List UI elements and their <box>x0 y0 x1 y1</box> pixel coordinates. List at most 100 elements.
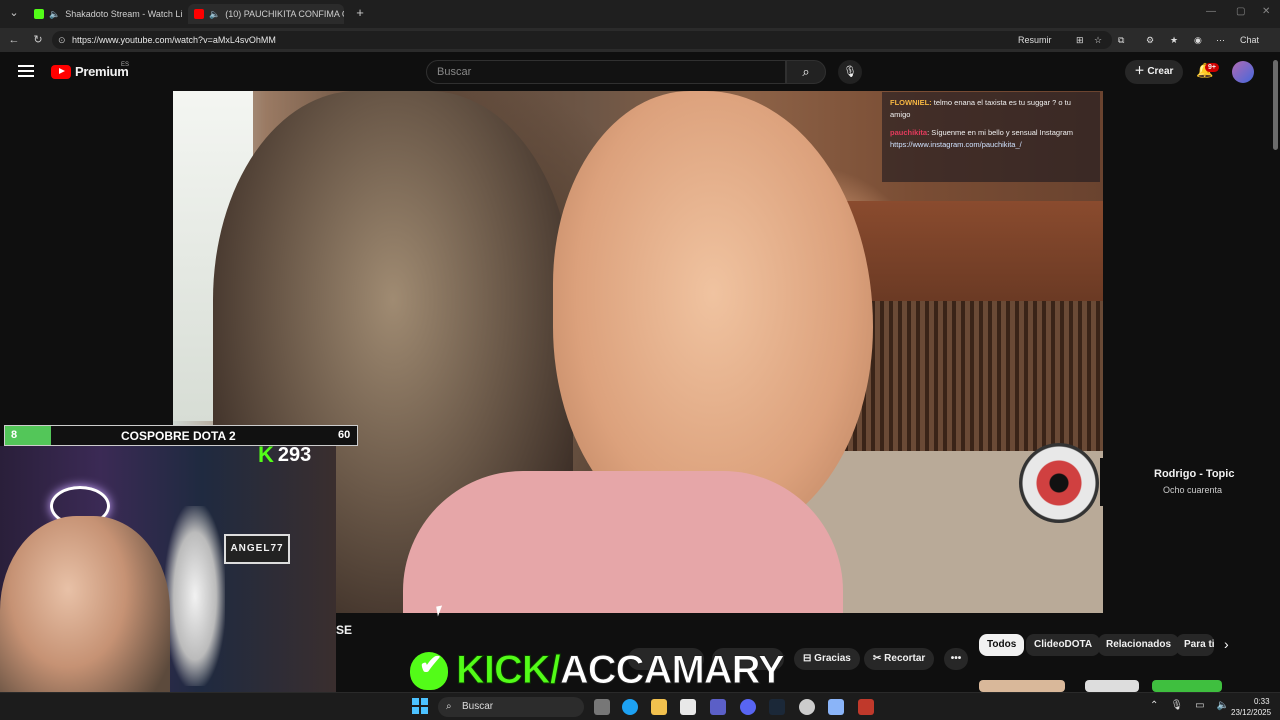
webcam-tree <box>165 506 225 686</box>
search-input[interactable]: Buscar <box>426 60 786 84</box>
chat-link: https://www.instagram.com/pauchikita_/ <box>890 140 1022 149</box>
teams-icon[interactable] <box>710 699 726 715</box>
search-button[interactable]: ⌕ <box>786 60 826 84</box>
video-title: SE <box>336 623 353 637</box>
music-subtitle: Ocho cuarenta <box>1163 485 1223 495</box>
dota2-icon[interactable] <box>858 699 874 715</box>
scissors-icon: ✂ <box>873 653 885 664</box>
goal-target: 60 <box>338 429 351 441</box>
clock-date[interactable]: 23/12/2025 <box>1231 708 1271 717</box>
youtube-play-icon <box>51 64 71 79</box>
chat-message: FLOWNIEL: telmo enana el taxista es tu s… <box>890 98 1071 119</box>
video-scene-shirt <box>403 471 843 613</box>
steam-icon[interactable] <box>769 699 785 715</box>
thanks-icon: ⊟ <box>803 653 815 664</box>
more-icon: ••• <box>950 653 962 664</box>
kick-channel-banner: KICK/ACCAMARY <box>410 648 785 693</box>
microphone-icon[interactable]: 🎙 <box>1170 700 1183 711</box>
discord-icon[interactable] <box>740 699 756 715</box>
profile-icon[interactable]: ◉ <box>1194 32 1202 48</box>
summarize-button[interactable]: Resumir <box>1018 32 1052 48</box>
chat-message: pauchikita: Síguenme en mi bello y sensu… <box>890 128 1074 137</box>
windows-taskbar <box>0 692 1280 720</box>
goal-current: 8 <box>11 429 18 441</box>
verified-check-icon <box>410 648 448 690</box>
tray-chevron-icon[interactable]: ⌃ <box>1150 700 1158 711</box>
site-info-icon[interactable]: ⊙ <box>58 31 66 49</box>
extensions-icon[interactable]: ⚙ <box>1146 32 1154 48</box>
youtube-masthead: Premium ES Buscar ⌕ 🎙 ＋ Crear 🔔 9+ <box>0 52 1280 92</box>
favorite-star-icon[interactable]: ☆ <box>1094 32 1102 48</box>
tab-list-chevron-icon[interactable]: ⌄ <box>6 5 22 21</box>
notification-count-badge: 9+ <box>1205 63 1219 72</box>
url-text: https://www.youtube.com/watch?v=aMxL4svO… <box>72 35 276 45</box>
settings-gear-icon[interactable] <box>828 699 844 715</box>
menu-icon[interactable] <box>18 65 34 77</box>
account-avatar[interactable] <box>1232 61 1254 83</box>
create-button[interactable]: ＋ Crear <box>1125 60 1183 84</box>
youtube-favicon-icon <box>194 9 204 19</box>
close-window-icon[interactable]: ✕ <box>1262 6 1270 17</box>
tab-kick[interactable]: 🔈 Shakadoto Stream - Watch Li ✕ <box>28 4 184 24</box>
chip-todos[interactable]: Todos <box>979 634 1025 656</box>
speaker-icon: 🔈 <box>49 8 61 19</box>
tab-title: (10) PAUCHIKITA CONFIMA C <box>225 9 344 19</box>
webcam-person <box>0 516 170 720</box>
kick-favicon-icon <box>34 9 44 19</box>
kick-logo-icon: K <box>258 442 274 467</box>
youtube-logo[interactable]: Premium <box>51 64 129 79</box>
more-actions-button[interactable]: ••• <box>944 648 968 670</box>
chip-para-ti[interactable]: Para ti <box>1176 634 1214 656</box>
minimize-icon[interactable]: — <box>1206 6 1216 17</box>
extension-icon[interactable]: ⧉ <box>1118 32 1124 48</box>
kick-viewer-count: K 293 <box>258 442 311 468</box>
kick-banner-left: KICK/ <box>456 648 562 693</box>
system-tray: ⌃ 🎙 ▭ 🔈 <box>1150 700 1229 711</box>
file-explorer-icon[interactable] <box>651 699 667 715</box>
related-thumbnail[interactable] <box>1152 680 1222 692</box>
back-icon[interactable]: ← <box>6 32 22 48</box>
address-bar[interactable]: ⊙ https://www.youtube.com/watch?v=aMxL4s… <box>52 31 1112 49</box>
region-label: ES <box>121 62 130 68</box>
volume-icon[interactable]: 🔈 <box>1217 700 1229 711</box>
edge-browser-icon[interactable] <box>622 699 638 715</box>
windows-start-icon[interactable] <box>412 698 428 714</box>
reload-icon[interactable]: ↻ <box>30 32 46 48</box>
microphone-icon: 🎙 <box>843 66 857 78</box>
browser-nav-bar: ← ↻ ⊙ https://www.youtube.com/watch?v=aM… <box>0 28 1280 52</box>
maximize-icon[interactable]: ▢ <box>1236 6 1245 17</box>
app-icon[interactable] <box>799 699 815 715</box>
thanks-button[interactable]: ⊟ Gracias <box>794 648 860 670</box>
page-scrollbar[interactable] <box>1273 60 1278 150</box>
browser-tab-strip: ⌄ 🔈 Shakadoto Stream - Watch Li ✕ 🔈 (10)… <box>0 0 1280 28</box>
music-disc-icon <box>1019 443 1099 523</box>
webcam-sign: ANGEL77 <box>224 534 290 564</box>
goal-title: COSPOBRE DOTA 2 <box>121 429 236 443</box>
task-view-icon[interactable] <box>594 699 610 715</box>
speaker-icon: 🔈 <box>209 8 221 19</box>
clip-button[interactable]: ✂ Recortar <box>864 648 935 670</box>
store-icon[interactable] <box>680 699 696 715</box>
chevron-right-icon[interactable]: › <box>1224 636 1229 652</box>
chip-clideodota[interactable]: ClideoDOTA <box>1026 634 1101 656</box>
copilot-chat-button[interactable]: Chat <box>1240 32 1259 48</box>
related-thumbnail[interactable] <box>1085 680 1139 692</box>
more-menu-icon[interactable]: ⋯ <box>1216 32 1225 48</box>
stream-chat-overlay: FLOWNIEL: telmo enana el taxista es tu s… <box>882 92 1100 182</box>
streamer-webcam: ANGEL77 <box>0 446 336 720</box>
reader-icon[interactable]: ⊞ <box>1076 32 1084 48</box>
taskbar-search-input[interactable]: ⌕ Buscar <box>438 697 584 717</box>
music-card[interactable] <box>1100 458 1280 506</box>
display-icon[interactable]: ▭ <box>1195 700 1204 711</box>
search-icon: ⌕ <box>802 64 810 79</box>
favorites-icon[interactable]: ★ <box>1170 32 1178 48</box>
kick-banner-right: ACCAMARY <box>559 648 785 693</box>
related-thumbnail[interactable] <box>979 680 1065 692</box>
clock-time[interactable]: 0:33 <box>1254 697 1270 706</box>
chip-relacionados[interactable]: Relacionados <box>1098 634 1180 656</box>
music-title: Rodrigo - Topic <box>1154 468 1235 480</box>
search-icon: ⌕ <box>446 701 452 712</box>
new-tab-icon[interactable]: + <box>352 5 368 21</box>
tab-youtube[interactable]: 🔈 (10) PAUCHIKITA CONFIMA C ✕ <box>188 4 344 24</box>
voice-search-button[interactable]: 🎙 <box>838 60 862 84</box>
